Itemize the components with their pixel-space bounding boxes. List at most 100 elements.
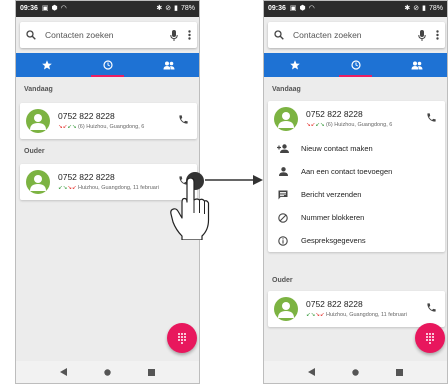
dialpad-button[interactable] — [415, 323, 445, 353]
call-button-icon[interactable] — [178, 114, 189, 125]
call-button-icon[interactable] — [426, 112, 437, 123]
search-icon — [26, 30, 36, 40]
more-options-icon[interactable] — [188, 30, 191, 40]
tab-favorites[interactable] — [16, 53, 77, 77]
tab-favorites[interactable] — [264, 53, 325, 77]
dialpad-button[interactable] — [167, 323, 197, 353]
status-bar: 09:36 ▣ ⬢ ◠ ✱ ⊘ ▮ 78% — [16, 1, 199, 17]
wifi-icon: ◠ — [308, 5, 315, 12]
person-avatar-icon — [278, 302, 294, 318]
menu-block-number[interactable]: Nummer blokkeren — [268, 206, 445, 229]
recents-icon[interactable] — [395, 368, 403, 376]
search-icon — [274, 30, 284, 40]
call-detail: ↙↘↘↙ Huizhou, Guangdong, 11 februari — [306, 312, 407, 318]
status-time: 09:36 — [20, 5, 38, 12]
star-icon — [289, 60, 300, 70]
shield-notification-icon: ⬢ — [299, 5, 306, 12]
call-number: 0752 822 8228 — [58, 111, 115, 121]
incoming-call-icon: ↙↘ — [315, 122, 325, 128]
bluetooth-icon: ✱ — [404, 5, 411, 12]
call-detail-text: (6) Huizhou, Guangdong, 6 — [77, 124, 145, 130]
person-avatar-icon — [30, 114, 46, 130]
pointing-hand-icon — [170, 178, 210, 240]
avatar — [26, 109, 50, 133]
call-entry-older[interactable]: 0752 822 8228 ↙↘↘↙ Huizhou, Guangdong, 1… — [268, 291, 445, 327]
star-icon — [41, 60, 52, 70]
add-contact-icon — [277, 144, 289, 153]
missed-call-icon: ↘↙ — [58, 124, 68, 130]
more-options-icon[interactable] — [436, 30, 439, 40]
shield-notification-icon: ⬢ — [51, 5, 58, 12]
microphone-icon[interactable] — [418, 29, 426, 41]
tab-bar — [16, 53, 199, 77]
menu-label: Aan een contact toevoegen — [301, 167, 393, 176]
avatar — [26, 170, 50, 194]
contacts-icon — [411, 61, 422, 69]
microphone-icon[interactable] — [170, 29, 178, 41]
menu-new-contact[interactable]: Nieuw contact maken — [268, 137, 445, 160]
tab-contacts[interactable] — [386, 53, 447, 77]
block-icon — [278, 212, 288, 223]
home-icon[interactable] — [352, 368, 359, 376]
call-button-icon[interactable] — [426, 302, 437, 313]
transition-arrow-icon — [205, 175, 263, 185]
menu-label: Nieuw contact maken — [301, 144, 373, 153]
back-icon[interactable] — [308, 368, 316, 376]
recents-icon[interactable] — [147, 368, 155, 376]
call-detail: ↙↘↘↙ Huizhou, Guangdong, 11 februari — [58, 185, 159, 191]
navigation-bar — [264, 361, 447, 383]
avatar — [274, 107, 298, 131]
menu-call-details[interactable]: Gespreksgegevens — [268, 229, 445, 252]
menu-send-message[interactable]: Bericht verzenden — [268, 183, 445, 206]
tab-contacts[interactable] — [138, 53, 199, 77]
menu-label: Nummer blokkeren — [301, 213, 365, 222]
dialpad-icon — [426, 333, 434, 344]
avatar — [274, 297, 298, 321]
incoming-call-icon: ↙↘ — [306, 312, 316, 318]
back-icon[interactable] — [60, 368, 68, 376]
mute-icon: ⊘ — [413, 5, 420, 12]
battery-icon: ▮ — [422, 5, 426, 12]
person-avatar-icon — [30, 175, 46, 191]
menu-add-to-contact[interactable]: Aan een contact toevoegen — [268, 160, 445, 183]
search-bar[interactable]: Contacten zoeken — [268, 22, 445, 48]
missed-call-icon: ↘↙ — [315, 312, 325, 318]
call-detail-text: Huizhou, Guangdong, 11 februari — [325, 312, 407, 318]
missed-call-icon: ↘↙ — [67, 185, 77, 191]
message-icon — [278, 190, 288, 199]
tab-bar — [264, 53, 447, 77]
tab-recents[interactable] — [325, 53, 386, 77]
mute-icon: ⊘ — [165, 5, 172, 12]
search-bar[interactable]: Contacten zoeken — [20, 22, 197, 48]
image-notification-icon: ▣ — [289, 5, 297, 12]
bluetooth-icon: ✱ — [156, 5, 163, 12]
section-today-label: Vandaag — [272, 86, 301, 93]
dialpad-icon — [178, 333, 186, 344]
call-entry-expanded[interactable]: 0752 822 8228 ↘↙↙↘ (6) Huizhou, Guangdon… — [268, 101, 445, 252]
battery-level: 78% — [180, 5, 195, 12]
menu-label: Gespreksgegevens — [301, 236, 366, 245]
section-today-label: Vandaag — [24, 86, 53, 93]
search-placeholder[interactable]: Contacten zoeken — [45, 30, 170, 40]
call-detail: ↘↙↙↘ (6) Huizhou, Guangdong, 6 — [58, 124, 144, 130]
call-number: 0752 822 8228 — [306, 299, 363, 309]
clock-icon — [102, 60, 113, 70]
status-time: 09:36 — [268, 5, 286, 12]
search-placeholder[interactable]: Contacten zoeken — [293, 30, 418, 40]
person-avatar-icon — [278, 112, 294, 128]
wifi-icon: ◠ — [60, 5, 67, 12]
info-icon — [278, 235, 288, 246]
status-bar: 09:36 ▣ ⬢ ◠ ✱ ⊘ ▮ 78% — [264, 1, 447, 17]
image-notification-icon: ▣ — [41, 5, 49, 12]
contacts-icon — [163, 61, 174, 69]
call-number: 0752 822 8228 — [58, 172, 115, 182]
battery-icon: ▮ — [174, 5, 178, 12]
tab-recents[interactable] — [77, 53, 138, 77]
menu-label: Bericht verzenden — [301, 190, 362, 199]
call-entry-today[interactable]: 0752 822 8228 ↘↙↙↘ (6) Huizhou, Guangdon… — [20, 103, 197, 139]
call-number: 0752 822 8228 — [306, 109, 363, 119]
call-detail-text: (6) Huizhou, Guangdong, 6 — [325, 122, 393, 128]
battery-level: 78% — [428, 5, 443, 12]
home-icon[interactable] — [104, 368, 111, 376]
person-icon — [278, 167, 288, 176]
